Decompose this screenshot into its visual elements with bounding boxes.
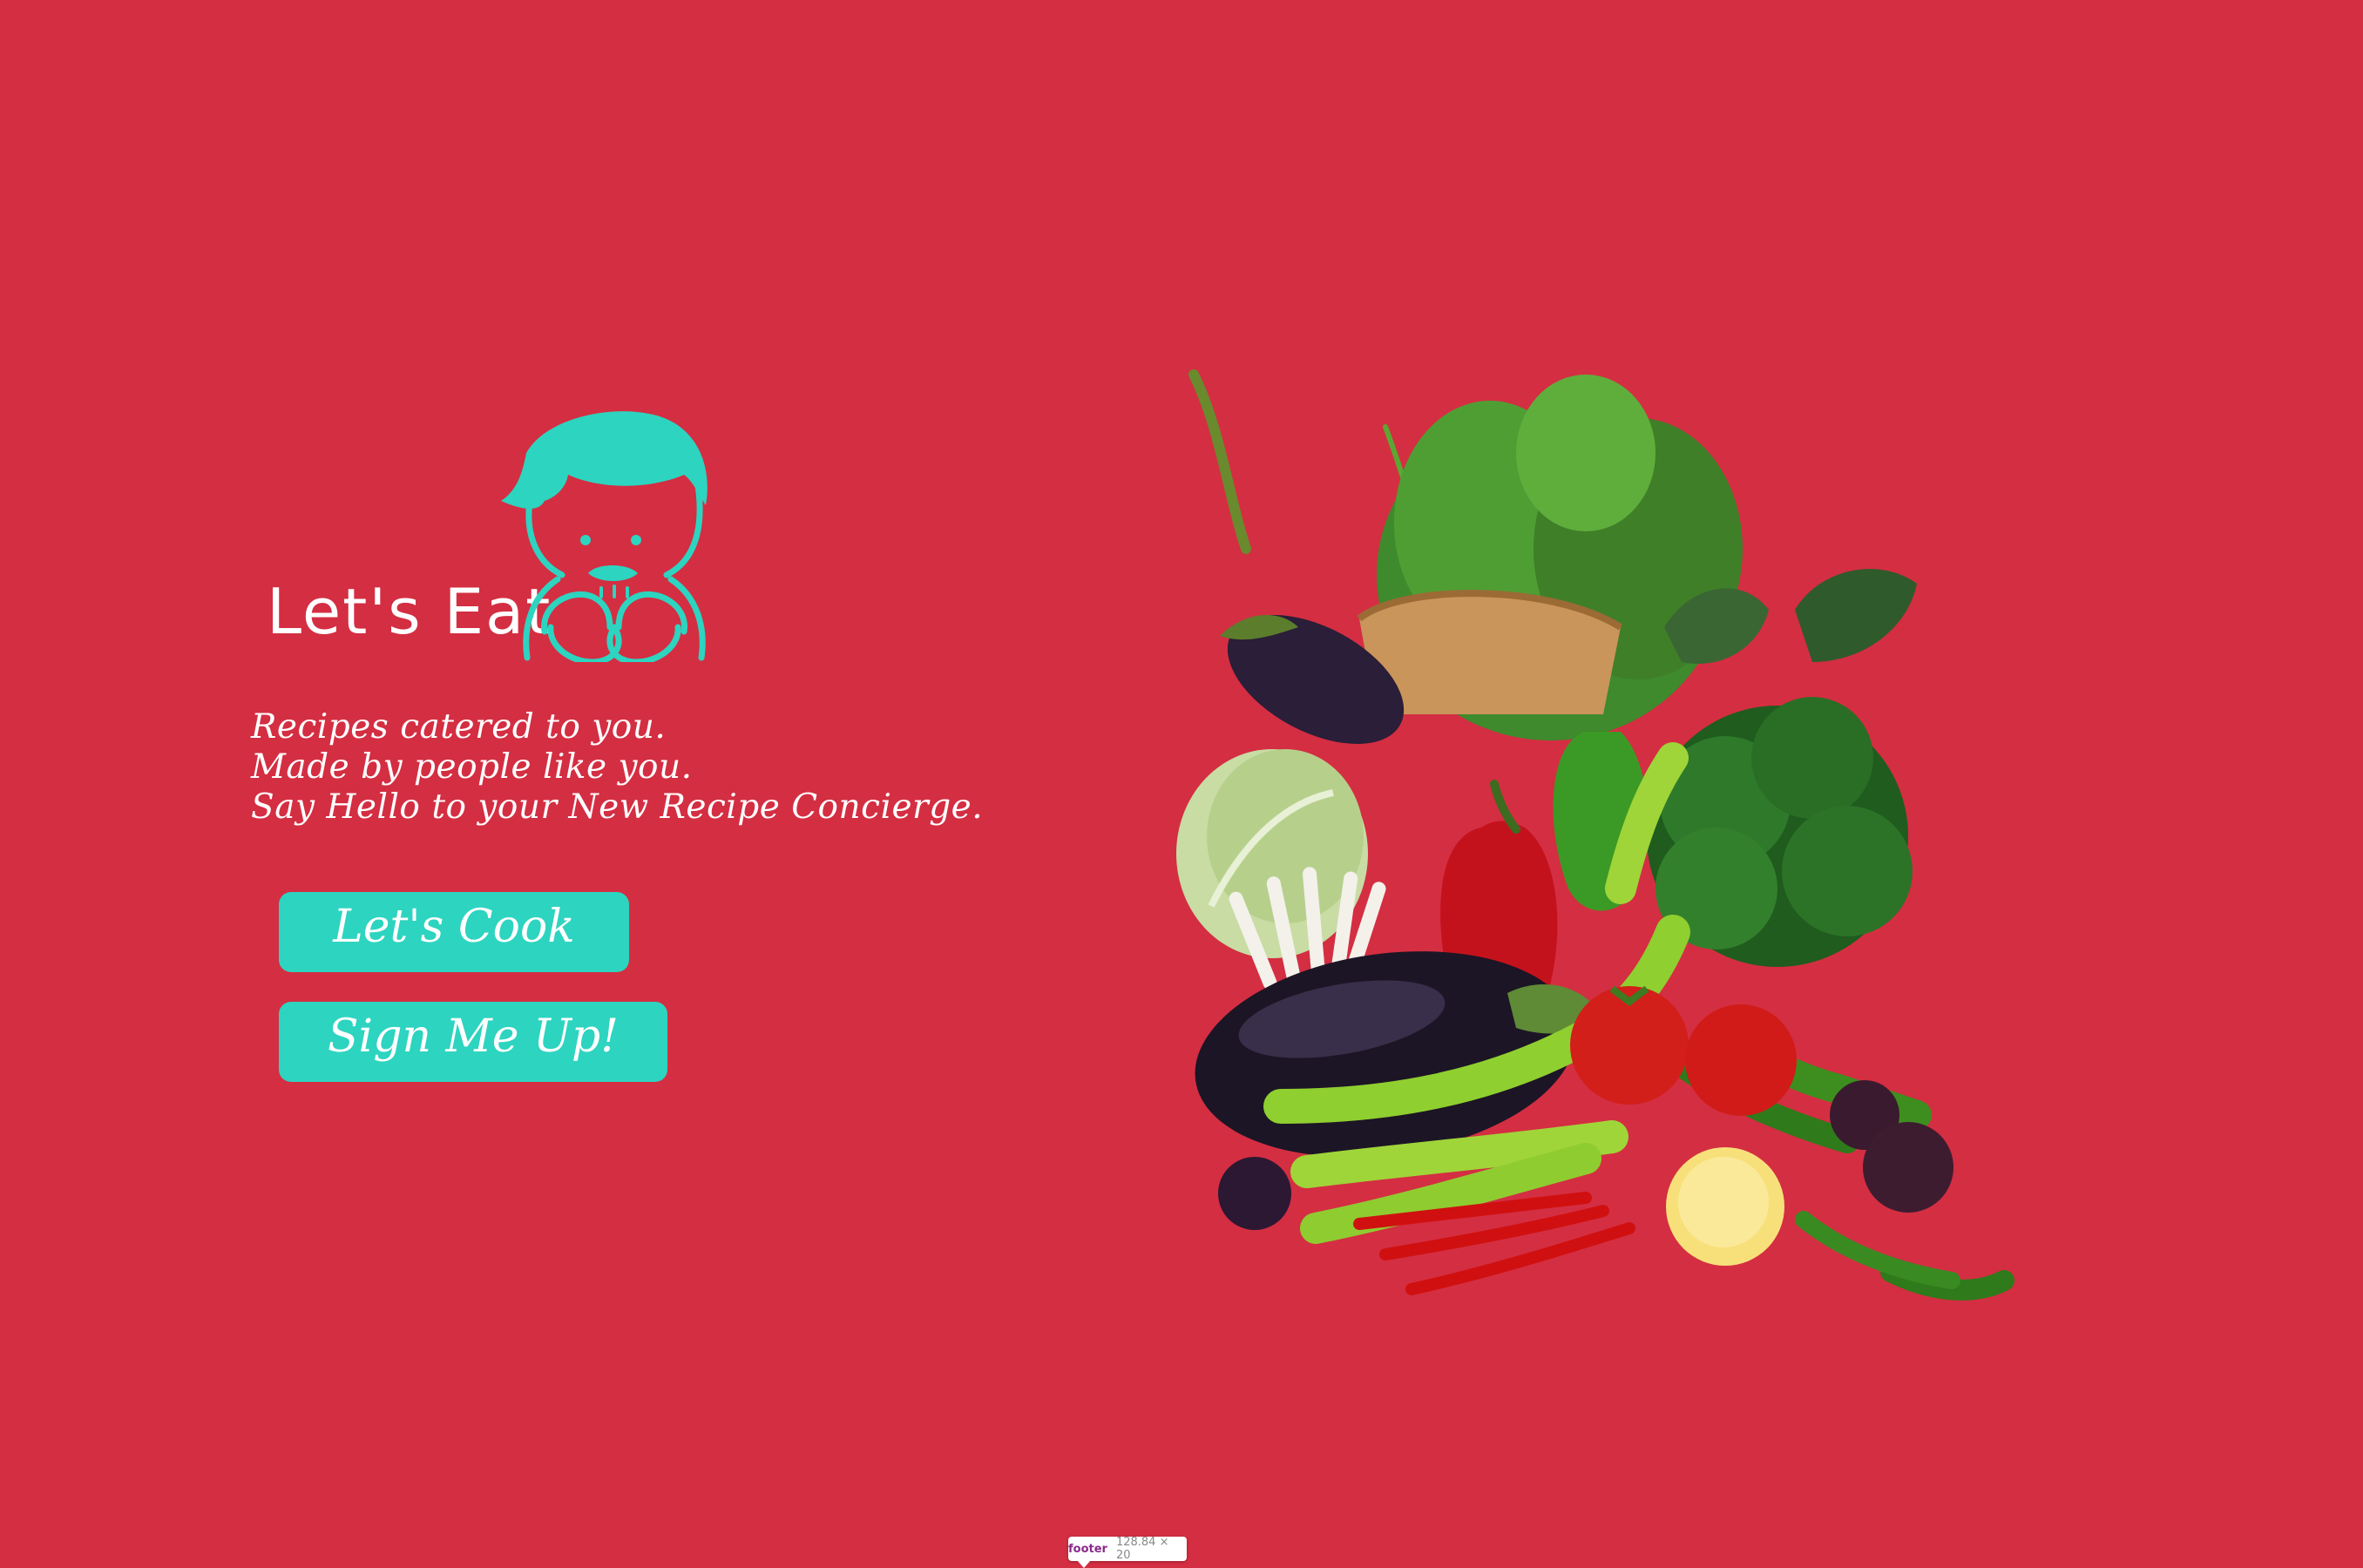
vegetables-image xyxy=(1176,369,2014,1301)
sign-up-button[interactable]: Sign Me Up! xyxy=(279,1002,667,1082)
tooltip-dimensions: 128.84 × 20 xyxy=(1115,1536,1169,1562)
tagline-line-1: Recipes catered to you. xyxy=(251,707,667,747)
brand-logo[interactable]: Let's Eat xyxy=(261,409,714,662)
tooltip-tag: footer xyxy=(1068,1542,1107,1556)
lets-cook-button[interactable]: Let's Cook xyxy=(279,892,629,972)
boy-eating-icon xyxy=(501,411,708,662)
tagline: Recipes catered to you. Made by people l… xyxy=(251,707,983,828)
tagline-line-2: Made by people like you. xyxy=(251,747,693,787)
tooltip-arrow xyxy=(1077,1560,1091,1568)
tagline-line-3: Say Hello to your New Recipe Concierge. xyxy=(251,787,984,827)
devtools-tooltip: footer 128.84 × 20 xyxy=(1068,1536,1187,1562)
